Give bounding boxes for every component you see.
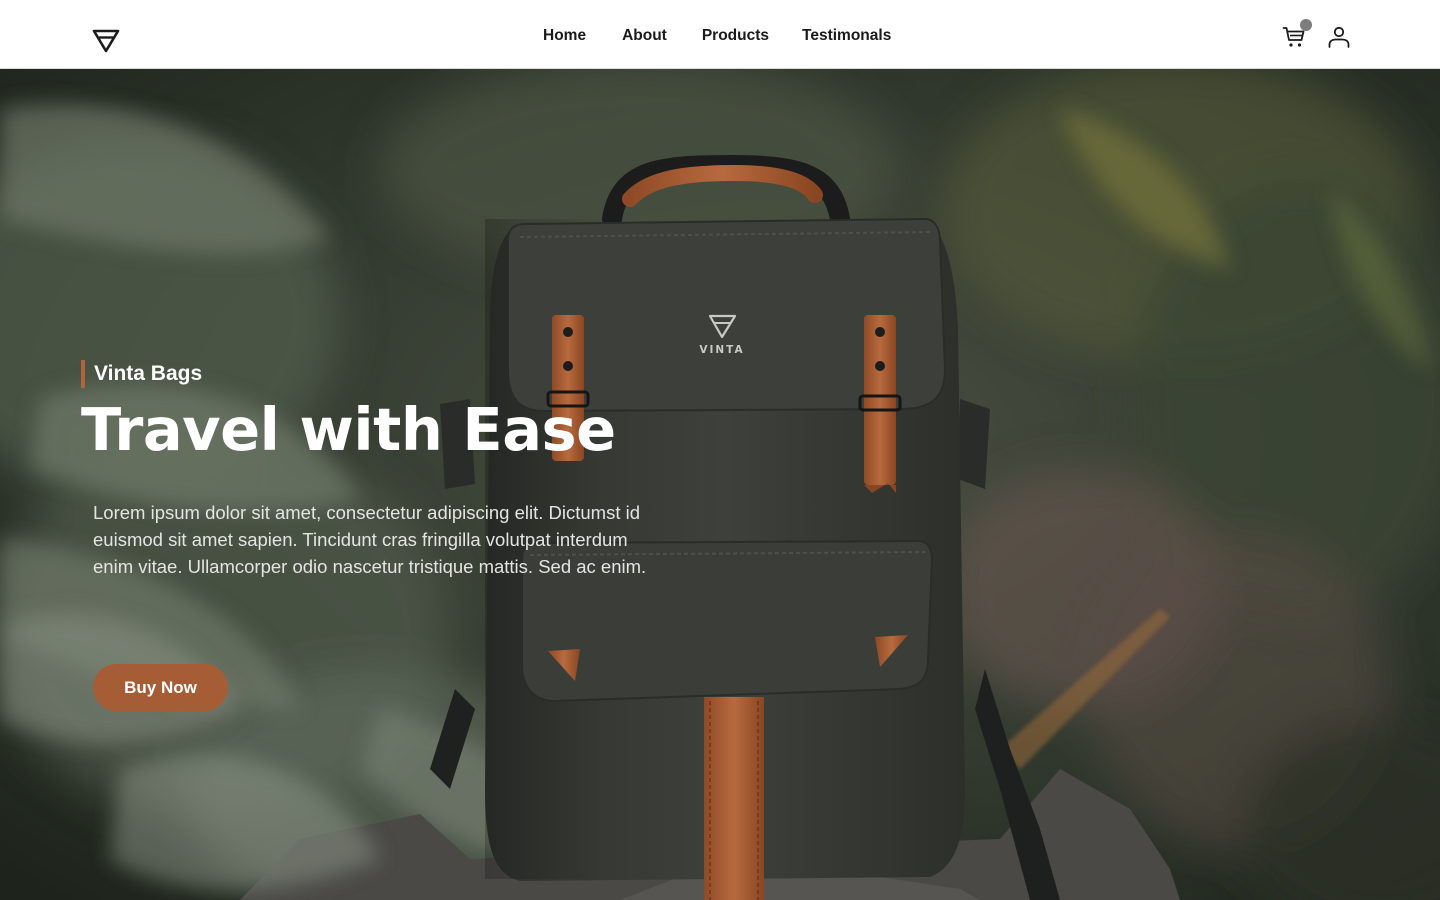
bag-brand-text: VINTA [699,344,744,356]
hero-eyebrow-text: Vinta Bags [94,362,203,385]
nav-about-link[interactable]: About [622,27,667,45]
nav-testimonials-link[interactable]: Testimonals [802,27,891,45]
buy-now-button[interactable]: Buy Now [93,664,228,711]
hero-headline: Travel with Ease [81,395,616,464]
user-icon[interactable] [1327,25,1351,49]
hero-backpack-photo: VINTA [0,69,1440,900]
main-nav: Home About Products Testimonals [543,27,891,45]
triangle-logo-icon[interactable] [92,28,120,54]
hero-eyebrow: Vinta Bags [81,360,202,388]
nav-products-link[interactable]: Products [702,27,769,45]
hero-description: Lorem ipsum dolor sit amet, consectetur … [93,502,647,577]
navbar: Home About Products Testimonals [0,0,1440,69]
nav-home-link[interactable]: Home [543,27,586,45]
cart-badge-dot [1300,19,1312,31]
hero-section: VINTA Vinta Bags Travel with Ease Lorem … [0,69,1440,900]
eyebrow-accent-bar [81,360,85,388]
